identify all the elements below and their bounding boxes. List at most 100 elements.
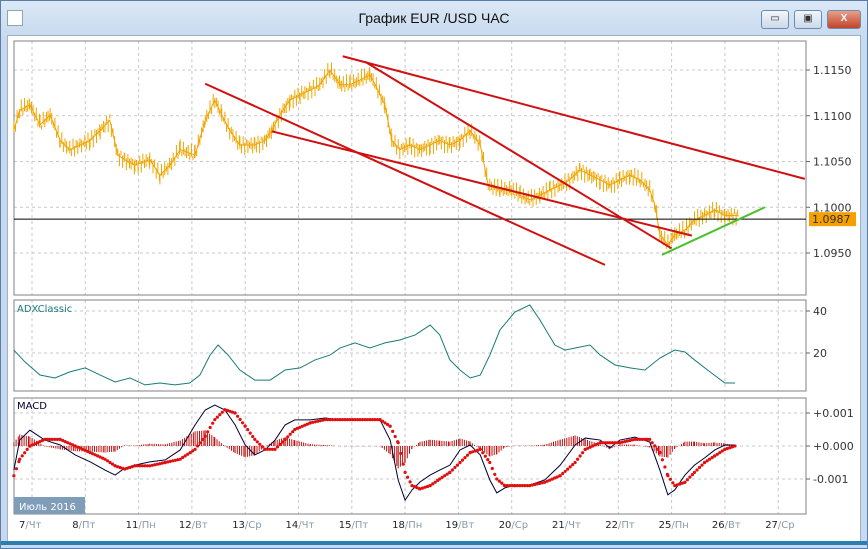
macd-signal-dot [650, 441, 654, 445]
macd-signal-dot [483, 454, 487, 458]
macd-signal-dot [558, 474, 562, 478]
x-tick-day: 11 [126, 520, 139, 531]
current-price-label: 1.0987 [812, 213, 851, 226]
x-tick-day: 22 [605, 520, 618, 531]
macd-panel[interactable] [13, 397, 807, 515]
x-tick-weekday: /Ср [245, 520, 262, 531]
x-tick-weekday: /Вт [458, 520, 474, 531]
macd-signal-dot [455, 463, 459, 467]
macd-signal-dot [576, 457, 580, 461]
macd-signal-dot [196, 444, 200, 448]
macd-signal-dot [391, 429, 395, 433]
macd-signal-dot [581, 451, 585, 455]
macd-signal-dot [692, 470, 697, 474]
x-tick-weekday: /Вт [725, 520, 741, 531]
macd-signal-dot [493, 472, 497, 476]
x-tick-label: 11/Пн [126, 520, 156, 531]
x-tick-label: 15/Пт [339, 520, 369, 531]
x-tick-day: 26 [712, 520, 725, 531]
x-tick-label: 27/Ср [765, 520, 794, 531]
x-tick-weekday: /Вт [192, 520, 208, 531]
x-tick-weekday: /Пн [138, 520, 155, 531]
month-badge: Июль 2016 [14, 497, 85, 514]
x-tick-day: 19 [445, 520, 458, 531]
x-tick-label: 25/Пн [659, 520, 689, 531]
macd-tick-label: +0.001 [813, 407, 854, 420]
macd-signal-dot [733, 444, 737, 448]
x-tick-label: 26/Вт [712, 520, 741, 531]
chart-canvas[interactable]: ADXClassic MACD Июль 2016 7/Чт 8/Пт 11/Пн 1… [0, 0, 868, 549]
x-tick-weekday: /Пт [618, 520, 635, 531]
macd-signal-dot [488, 460, 492, 465]
adx-tick-label: 40 [813, 305, 827, 318]
x-tick-label: 13/Ср [232, 520, 261, 531]
macd-signal-dot [233, 411, 237, 415]
macd-signal-dot [283, 437, 287, 441]
x-tick-weekday: /Пт [79, 520, 96, 531]
x-tick-day: 15 [339, 520, 352, 531]
macd-signal-dot [408, 480, 412, 484]
month-label: Июль 2016 [19, 502, 76, 513]
price-tick-label: 1.1050 [813, 156, 852, 169]
macd-signal-dot [236, 414, 240, 418]
macd-signal-dot [243, 424, 247, 428]
macd-signal-dot [685, 478, 690, 482]
macd-tick-label: -0.001 [813, 473, 848, 486]
x-tick-day: 13 [232, 520, 245, 531]
macd-signal-dot [448, 470, 452, 474]
macd-signal-dot [453, 465, 457, 470]
x-tick-day: 21 [552, 520, 565, 531]
macd-signal-dot [578, 454, 582, 458]
macd-signal-dot [653, 444, 657, 448]
x-tick-day: 18 [392, 520, 405, 531]
macd-signal-dot [399, 451, 403, 455]
macd-signal-dot [23, 451, 27, 455]
macd-signal-dot [573, 460, 577, 465]
macd-signal-dot [251, 434, 255, 439]
macd-signal-dot [275, 445, 280, 449]
x-tick-label: 7/Чт [19, 520, 42, 531]
macd-signal-dot [260, 445, 264, 449]
macd-signal-dot [258, 442, 262, 446]
x-tick-label: 20/Ср [499, 520, 528, 531]
macd-signal-dot [666, 474, 670, 478]
macd-signal-dot [273, 447, 277, 451]
macd-signal-dot [495, 477, 499, 481]
macd-signal-dot [500, 481, 504, 485]
x-tick-day: 14 [286, 520, 299, 531]
x-tick-label: 19/Вт [445, 520, 474, 531]
macd-signal-dot [561, 471, 565, 476]
macd-signal-dot [648, 437, 652, 441]
macd-signal-dot [486, 458, 490, 462]
macd-signal-dot [278, 442, 282, 446]
x-tick-weekday: /Ср [511, 520, 528, 531]
x-tick-day: 20 [499, 520, 512, 531]
macd-signal-dot [12, 474, 16, 478]
price-tick-label: 1.1150 [813, 64, 852, 77]
trendline-resistance-4[interactable] [364, 60, 673, 250]
macd-signal-dot [406, 475, 410, 479]
macd-signal-dot [695, 468, 699, 472]
price-tick-label: 1.1100 [813, 110, 852, 123]
macd-title: MACD [17, 401, 47, 412]
macd-signal-dot [478, 447, 482, 451]
trendline-resistance-3[interactable] [342, 55, 806, 180]
x-tick-weekday: /Пт [352, 520, 369, 531]
macd-signal-dot [563, 469, 567, 473]
macd-signal-dot [403, 470, 407, 474]
adx-panel[interactable] [13, 299, 807, 392]
macd-signal-dot [203, 434, 207, 438]
macd-signal-dot [220, 410, 224, 414]
trendline-resistance-2[interactable] [271, 130, 693, 237]
macd-signal-dot [18, 457, 22, 461]
macd-signal-dot [671, 481, 675, 485]
macd-signal-dot [241, 421, 245, 425]
macd-signal-dot [238, 417, 242, 422]
price-panel[interactable] [13, 40, 807, 296]
macd-signal-dot [213, 418, 217, 422]
macd-signal-dot [490, 466, 494, 471]
x-tick-weekday: /Ср [778, 520, 795, 531]
macd-signal-dot [663, 465, 667, 469]
x-tick-label: 12/Вт [179, 520, 208, 531]
macd-signal-dot [215, 415, 219, 419]
